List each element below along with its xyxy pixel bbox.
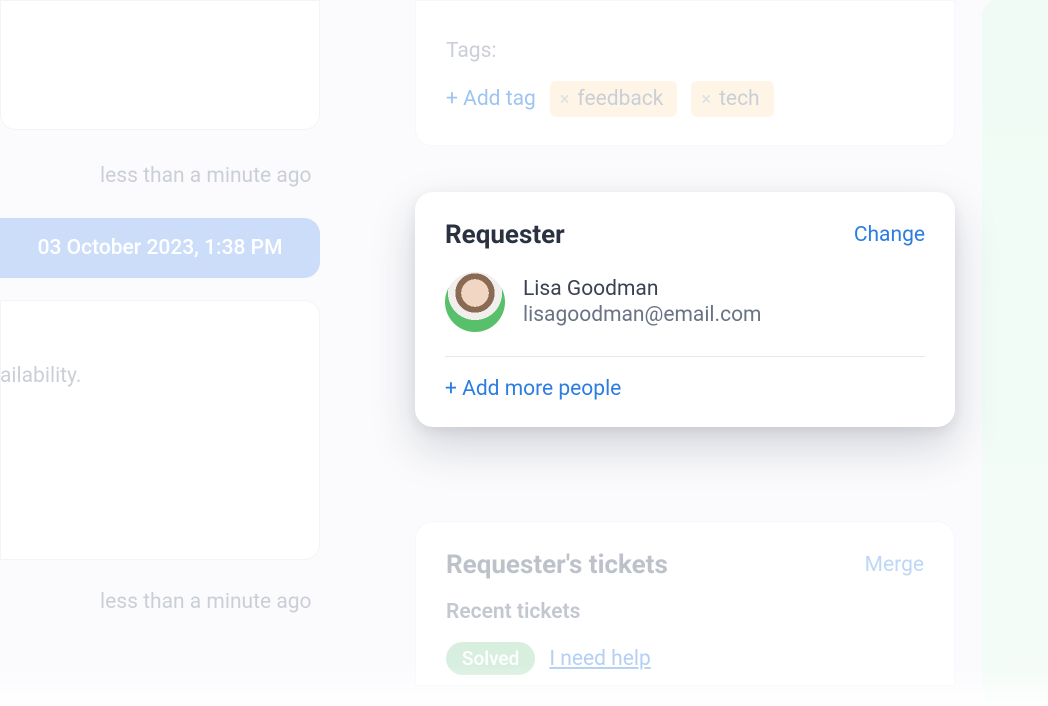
requester-tickets-card: Requester's tickets Merge Recent tickets… <box>415 521 955 686</box>
tag-label: tech <box>719 87 760 111</box>
tag-chip-tech: × tech <box>691 81 773 117</box>
date-separator-pill: 03 October 2023, 1:38 PM <box>0 218 320 278</box>
tag-chip-feedback: × feedback <box>550 81 678 117</box>
tags-row: + Add tag × feedback × tech <box>446 81 924 117</box>
tag-label: feedback <box>577 87 663 111</box>
message-text-fragment: ailability. <box>0 364 81 388</box>
requester-person[interactable]: Lisa Goodman lisagoodman@email.com <box>445 272 925 332</box>
remove-tag-icon[interactable]: × <box>560 89 570 110</box>
merge-tickets-button[interactable]: Merge <box>865 553 924 577</box>
ticket-subject-link[interactable]: I need help <box>549 647 650 671</box>
requester-email: lisagoodman@email.com <box>523 303 761 327</box>
accent-strip <box>982 0 1048 706</box>
requester-tickets-title: Requester's tickets <box>446 550 668 580</box>
tags-label: Tags: <box>446 39 924 63</box>
avatar <box>445 272 505 332</box>
add-tag-button[interactable]: + Add tag <box>446 87 536 111</box>
add-people-button[interactable]: + Add more people <box>445 377 925 401</box>
ticket-row: Solved I need help <box>446 642 924 675</box>
divider <box>445 356 925 357</box>
conversation-card-fragment-top <box>0 0 320 130</box>
status-badge: Solved <box>446 642 535 675</box>
message-timestamp: less than a minute ago <box>100 164 312 188</box>
requester-title: Requester <box>445 220 565 250</box>
requester-name: Lisa Goodman <box>523 277 761 301</box>
change-requester-button[interactable]: Change <box>854 223 925 247</box>
requester-card: Requester Change Lisa Goodman lisagoodma… <box>415 192 955 427</box>
recent-tickets-label: Recent tickets <box>446 600 924 624</box>
conversation-card-fragment-mid <box>0 300 320 560</box>
message-timestamp: less than a minute ago <box>100 590 312 614</box>
remove-tag-icon[interactable]: × <box>701 89 711 110</box>
tags-card: Tags: + Add tag × feedback × tech <box>415 0 955 146</box>
